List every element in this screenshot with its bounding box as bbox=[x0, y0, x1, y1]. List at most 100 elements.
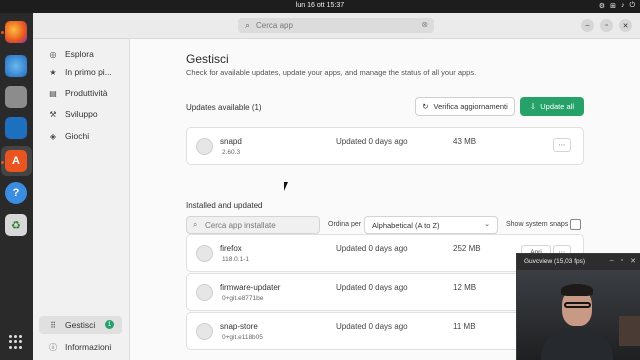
productivity-icon: ▤ bbox=[49, 88, 57, 98]
app-size: 43 MB bbox=[453, 137, 477, 146]
clock[interactable]: lun 16 ott 15:37 bbox=[0, 2, 640, 9]
info-icon: ⓘ bbox=[49, 342, 57, 352]
power-icon[interactable]: ⏻ bbox=[629, 2, 635, 10]
app-updated: Updated 0 days ago bbox=[336, 137, 408, 146]
app-icon bbox=[196, 138, 213, 155]
close-button[interactable]: ✕ bbox=[630, 257, 636, 265]
app-size: 12 MB bbox=[453, 283, 477, 292]
app-size: 252 MB bbox=[453, 244, 481, 253]
sort-dropdown[interactable]: Alphabetical (A to Z) ⌄ bbox=[364, 216, 498, 234]
sort-label: Ordina per bbox=[328, 221, 362, 228]
sidebar-item-games[interactable]: ◈ Giochi bbox=[39, 127, 122, 145]
more-options-button[interactable]: ⋯ bbox=[553, 138, 571, 152]
update-all-label: Update all bbox=[540, 102, 575, 111]
help-icon[interactable]: ? bbox=[5, 182, 27, 204]
trash-icon[interactable]: ♻ bbox=[5, 214, 27, 236]
app-version: 2.60.3 bbox=[222, 149, 241, 156]
app-name: snapd bbox=[220, 137, 242, 146]
sidebar-item-label: Giochi bbox=[65, 131, 90, 141]
sidebar-item-development[interactable]: ⚒ Sviluppo bbox=[39, 105, 122, 123]
show-system-snaps-label: Show system snaps bbox=[506, 221, 569, 228]
app-icon bbox=[196, 323, 213, 340]
app-icon bbox=[196, 245, 213, 262]
app-center-icon[interactable]: A bbox=[5, 150, 27, 172]
app-size: 11 MB bbox=[453, 322, 476, 331]
search-icon: ⌕ bbox=[193, 220, 198, 229]
explore-icon: ◎ bbox=[49, 49, 57, 59]
sidebar-item-about[interactable]: ⓘ Informazioni bbox=[39, 338, 122, 356]
search-icon: ⌕ bbox=[245, 20, 251, 30]
page-title: Gestisci bbox=[186, 52, 229, 66]
manage-icon: ⠿ bbox=[50, 320, 56, 330]
mouse-cursor bbox=[284, 182, 288, 191]
sidebar-item-label: In primo pi... bbox=[65, 67, 112, 77]
thunderbird-icon[interactable] bbox=[5, 55, 27, 77]
refresh-icon: ↻ bbox=[422, 102, 429, 111]
writer-icon[interactable] bbox=[5, 117, 27, 139]
update-count-badge: 1 bbox=[105, 320, 114, 329]
volume-icon[interactable]: ♪ bbox=[621, 2, 625, 10]
window-controls: – ▫ ✕ bbox=[581, 19, 632, 32]
maximize-button[interactable]: ▫ bbox=[600, 19, 613, 32]
sidebar-item-esplora[interactable]: ◎ Esplora bbox=[39, 45, 122, 63]
search-placeholder: Cerca app bbox=[256, 21, 293, 30]
app-name: snap-store bbox=[220, 322, 258, 331]
updates-heading: Updates available (1) bbox=[186, 103, 262, 112]
app-version: 0+git.e118b05 bbox=[222, 334, 263, 341]
star-icon: ★ bbox=[49, 67, 57, 77]
minimize-button[interactable]: – bbox=[610, 257, 614, 265]
clear-icon[interactable]: ⊗ bbox=[421, 20, 428, 29]
app-version: 0+git.e8771be bbox=[222, 295, 264, 302]
search-bar[interactable]: ⌕ Cerca app ⊗ bbox=[238, 18, 434, 33]
close-button[interactable]: ✕ bbox=[619, 19, 632, 32]
installed-search-input[interactable]: ⌕ Cerca app installate bbox=[186, 216, 320, 234]
system-tray[interactable]: ⚙ ⊞ ♪ ⏻ bbox=[599, 2, 635, 10]
person-hair bbox=[561, 284, 593, 296]
app-name: firmware-updater bbox=[220, 283, 281, 292]
develop-icon: ⚒ bbox=[49, 109, 57, 119]
app-version: 118.0.1-1 bbox=[222, 256, 249, 263]
show-apps-icon[interactable] bbox=[9, 335, 23, 349]
sidebar-item-label: Esplora bbox=[65, 49, 94, 59]
person-body bbox=[541, 328, 613, 360]
app-updated: Updated 0 days ago bbox=[336, 244, 408, 253]
check-updates-label: Verifica aggiornamenti bbox=[433, 102, 508, 111]
sort-value: Alphabetical (A to Z) bbox=[372, 221, 440, 230]
check-updates-button[interactable]: ↻ Verifica aggiornamenti bbox=[415, 97, 515, 116]
running-indicator bbox=[1, 31, 4, 34]
page-subtitle: Check for available updates, update your… bbox=[186, 68, 477, 77]
minimize-button[interactable]: – bbox=[581, 19, 594, 32]
update-row-snapd[interactable]: snapd 2.60.3 Updated 0 days ago 43 MB ⋯ bbox=[186, 127, 584, 165]
sidebar-item-label: Informazioni bbox=[65, 342, 112, 352]
top-bar: lun 16 ott 15:37 ⚙ ⊞ ♪ ⏻ bbox=[0, 0, 640, 13]
sidebar-item-label: Sviluppo bbox=[65, 109, 98, 119]
network-icon[interactable]: ⊞ bbox=[610, 2, 616, 10]
background-shelf bbox=[619, 316, 640, 346]
files-icon[interactable] bbox=[5, 86, 27, 108]
sidebar-item-productivity[interactable]: ▤ Produttività bbox=[39, 84, 122, 102]
app-icon bbox=[196, 284, 213, 301]
accessibility-icon[interactable]: ⚙ bbox=[599, 2, 605, 10]
firefox-icon[interactable] bbox=[5, 21, 27, 43]
installed-search-placeholder: Cerca app installate bbox=[205, 221, 276, 230]
sidebar-item-manage[interactable]: ⠿ Gestisci 1 bbox=[39, 316, 122, 334]
header-bar: ⌕ Cerca app ⊗ – ▫ ✕ bbox=[33, 13, 640, 39]
guvcview-titlebar[interactable]: Guvcview (15,03 fps) – ▫ ✕ bbox=[517, 254, 640, 270]
dock: A ? ♻ bbox=[0, 13, 33, 360]
sidebar: ◎ Esplora ★ In primo pi... ▤ Produttivit… bbox=[33, 39, 130, 360]
guvcview-title: Guvcview (15,03 fps) bbox=[524, 258, 586, 265]
guvcview-window[interactable]: Guvcview (15,03 fps) – ▫ ✕ bbox=[516, 253, 640, 360]
sidebar-item-label: Produttività bbox=[65, 88, 108, 98]
running-indicator bbox=[1, 161, 4, 164]
games-icon: ◈ bbox=[49, 131, 57, 141]
app-name: firefox bbox=[220, 244, 242, 253]
chevron-down-icon: ⌄ bbox=[484, 221, 490, 228]
sidebar-item-label: Gestisci bbox=[65, 320, 96, 330]
update-all-button[interactable]: ⇩ Update all bbox=[520, 97, 584, 116]
webcam-preview bbox=[517, 270, 640, 360]
show-system-snaps-checkbox[interactable] bbox=[570, 219, 581, 230]
update-icon: ⇩ bbox=[529, 102, 537, 111]
maximize-button[interactable]: ▫ bbox=[621, 257, 623, 265]
guvcview-window-controls: – ▫ ✕ bbox=[610, 257, 636, 265]
sidebar-item-featured[interactable]: ★ In primo pi... bbox=[39, 63, 122, 81]
